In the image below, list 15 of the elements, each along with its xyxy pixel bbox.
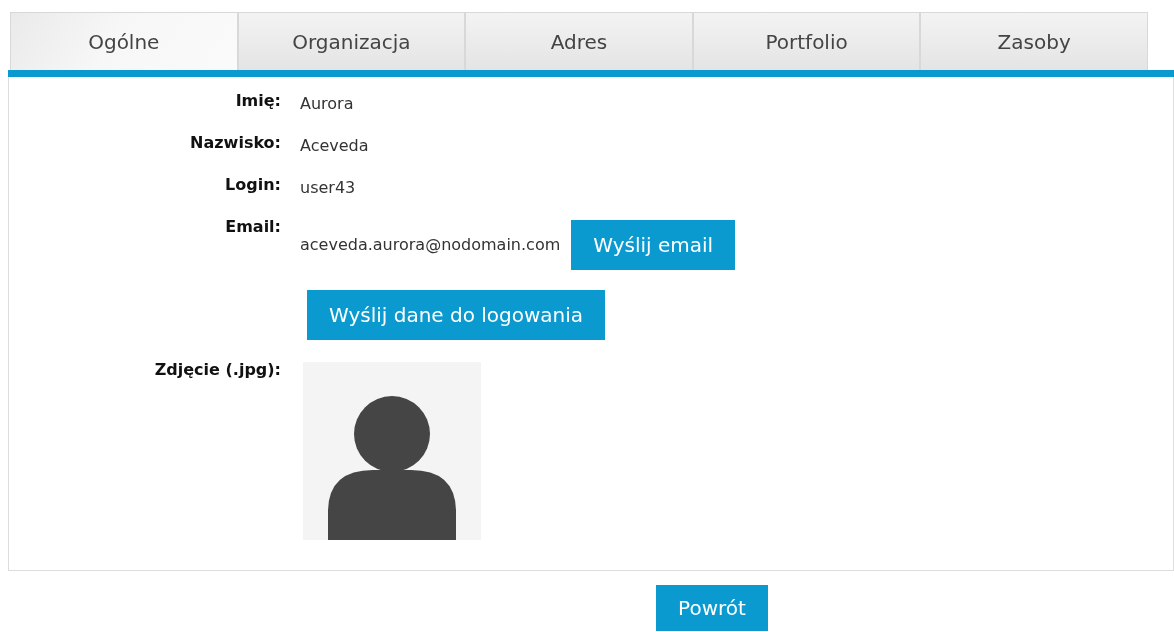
avatar-placeholder-icon <box>303 362 481 540</box>
tab[interactable]: Adres <box>465 12 693 70</box>
tab[interactable]: Portfolio <box>692 12 921 70</box>
field-value: Aceveda <box>300 136 369 155</box>
tab[interactable]: Organizacja <box>237 12 466 70</box>
tab[interactable]: Zasoby <box>920 12 1148 70</box>
field-value: aceveda.aurora@nodomain.com <box>300 235 561 254</box>
field-label: Zdjęcie (.jpg): <box>153 360 281 379</box>
field-label: Imię: <box>234 91 281 110</box>
field-value: user43 <box>300 178 356 197</box>
field-label: Email: <box>224 217 281 236</box>
tab[interactable]: Ogólne <box>10 12 238 70</box>
field-label: Login: <box>224 175 281 194</box>
field-value: Aurora <box>300 94 354 113</box>
field-label: Nazwisko: <box>189 133 281 152</box>
